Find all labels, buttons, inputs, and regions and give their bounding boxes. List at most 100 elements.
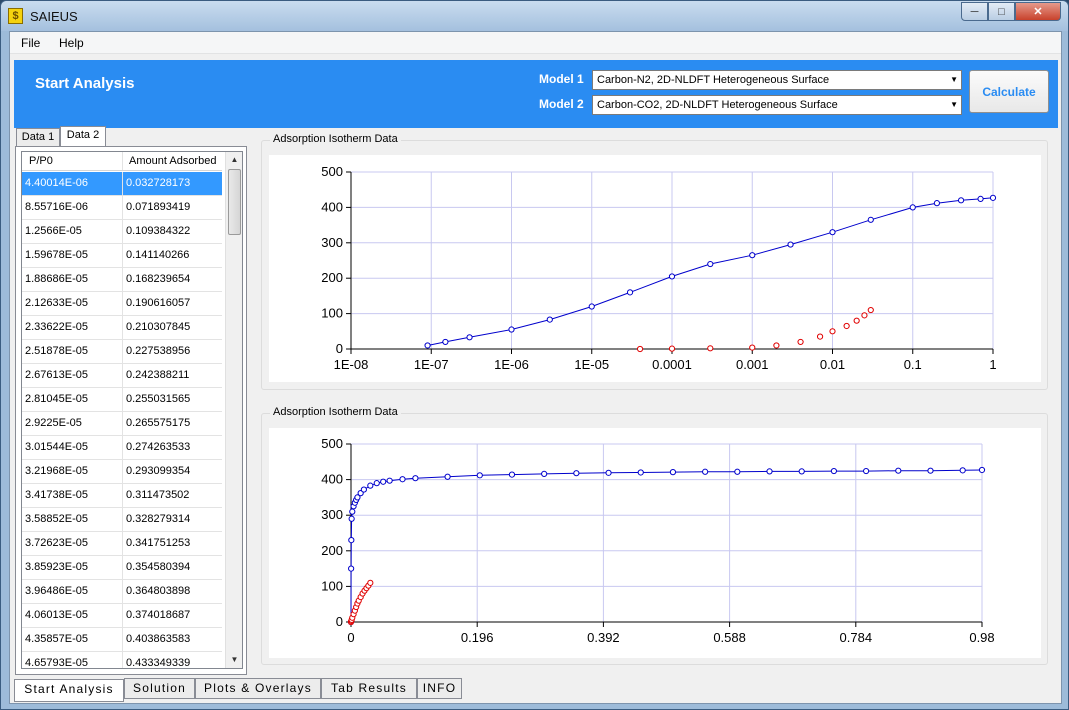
table-row[interactable]: 1.2566E-05 0.109384322 [22,220,222,244]
table-row[interactable]: 3.41738E-05 0.311473502 [22,484,222,508]
x-tick-label: 0.392 [587,630,620,645]
table-row[interactable]: 4.35857E-05 0.403863583 [22,628,222,652]
x-tick-label: 0.1 [904,357,922,372]
table-row[interactable]: 4.65793E-05 0.433349339 [22,652,222,668]
data-point [959,467,966,474]
app-logo-icon: $ [8,8,23,24]
cell-pp0: 3.41738E-05 [22,484,123,507]
y-tick-label: 300 [321,507,343,522]
data-point [442,338,449,346]
data-point [476,472,483,479]
plot-area-top: 0 100 200 300 400 500 1E-08 1E-07 1E-06 1E-05 0.00… [269,155,1041,382]
cell-amount: 0.374018687 [126,609,191,621]
scroll-up-icon[interactable]: ▲ [226,152,242,168]
close-button[interactable]: ✕ [1015,2,1061,21]
table-row[interactable]: 3.85923E-05 0.354580394 [22,556,222,580]
table-row[interactable]: 3.58852E-05 0.328279314 [22,508,222,532]
adsorption-chart-log: 0 100 200 300 400 500 1E-08 1E-07 1E-06 1E-05 0.00… [321,164,996,372]
table-row[interactable]: 2.51878E-05 0.227538956 [22,340,222,364]
table-row[interactable]: 3.96486E-05 0.364803898 [22,580,222,604]
grid-scrollbar[interactable]: ▲ ▼ [225,152,242,668]
tab-start-analysis[interactable]: Start Analysis [14,679,124,702]
cell-amount: 0.341751253 [126,537,191,549]
cell-amount: 0.364803898 [126,585,191,597]
maximize-button[interactable]: □ [988,2,1015,21]
data-point [773,342,780,349]
table-row[interactable]: 3.21968E-05 0.293099354 [22,460,222,484]
table-row[interactable]: 2.67613E-05 0.242388211 [22,364,222,388]
table-row[interactable]: 1.88686E-05 0.168239654 [22,268,222,292]
data-point [399,476,406,483]
model1-select[interactable]: Carbon-N2, 2D-NLDFT Heterogeneous Surfac… [592,70,962,90]
tab-info[interactable]: INFO [417,678,462,699]
tab-tab-results[interactable]: Tab Results [321,678,417,699]
data-point [829,229,836,236]
data-point [348,537,355,544]
y-tick-label: 500 [321,436,343,451]
data-point [867,216,874,223]
cell-pp0: 3.58852E-05 [22,508,123,531]
scroll-down-icon[interactable]: ▼ [226,652,242,668]
data-point [588,303,595,310]
table-row[interactable]: 2.81045E-05 0.255031565 [22,388,222,412]
table-row[interactable]: 2.12633E-05 0.190616057 [22,292,222,316]
x-tick-label: 1E-06 [494,357,529,372]
plot-group-bottom: Adsorption Isotherm Data 0 100 200 300 400 50… [261,406,1048,665]
table-row[interactable]: 2.33622E-05 0.210307845 [22,316,222,340]
y-tick-label: 0 [336,341,343,356]
y-tick-label: 400 [321,472,343,487]
data-point [668,273,676,280]
column-header-amount[interactable]: Amount Adsorbed [123,152,222,170]
cell-pp0: 4.06013E-05 [22,604,123,627]
data-point [373,480,380,487]
cell-amount: 0.168239654 [126,273,191,285]
model2-label: Model 2 [539,97,584,111]
data-point [546,316,553,323]
data-point [734,468,741,475]
data-point [861,312,868,319]
data-point [816,333,824,340]
cell-amount: 0.109384322 [126,225,191,237]
column-header-pp0[interactable]: P/P0 [22,152,123,170]
chevron-down-icon: ▼ [950,75,958,84]
data-point [669,469,677,476]
data-grid[interactable]: P/P0 Amount Adsorbed 4.40014E-06 0.032728… [21,151,243,669]
data-point [749,252,756,259]
title-bar[interactable]: $ SAIEUS ─ □ ✕ [1,1,1068,31]
table-row[interactable]: 1.59678E-05 0.141140266 [22,244,222,268]
model2-select[interactable]: Carbon-CO2, 2D-NLDFT Heterogeneous Surfa… [592,95,962,115]
table-row[interactable]: 3.72623E-05 0.341751253 [22,532,222,556]
data-point [541,470,548,478]
table-row[interactable]: 4.06013E-05 0.374018687 [22,604,222,628]
menu-file[interactable]: File [21,36,40,50]
data-point [636,345,644,353]
cell-amount: 0.071893419 [126,201,191,213]
y-tick-label: 300 [321,235,343,250]
cell-pp0: 3.85923E-05 [22,556,123,579]
tab-solution[interactable]: Solution [124,678,195,699]
scroll-thumb[interactable] [228,169,241,235]
data-point [626,289,634,296]
data-point [466,334,473,341]
tab-plots-overlays[interactable]: Plots & Overlays [195,678,321,699]
calculate-button[interactable]: Calculate [969,70,1049,113]
tab-data-2[interactable]: Data 2 [60,126,106,146]
cell-amount: 0.293099354 [126,465,191,477]
menu-bar: File Help [10,32,1061,54]
plot-group-top: Adsorption Isotherm Data 0 100 200 300 400 50… [261,133,1048,390]
cell-amount: 0.141140266 [126,249,190,261]
cell-pp0: 2.67613E-05 [22,364,123,387]
menu-help[interactable]: Help [59,36,84,50]
table-row[interactable]: 3.01544E-05 0.274263533 [22,436,222,460]
table-row[interactable]: 2.9225E-05 0.265575175 [22,412,222,436]
data-point [348,565,355,572]
tab-data-1[interactable]: Data 1 [16,128,60,146]
table-row[interactable]: 4.40014E-06 0.032728173 [22,172,222,196]
cell-amount: 0.242388211 [126,369,190,381]
data-point [707,345,714,352]
table-row[interactable]: 8.55716E-06 0.071893419 [22,196,222,220]
minimize-button[interactable]: ─ [961,2,988,21]
data-point [787,241,794,248]
y-tick-label: 0 [336,614,343,629]
page-title: Start Analysis [35,75,135,92]
